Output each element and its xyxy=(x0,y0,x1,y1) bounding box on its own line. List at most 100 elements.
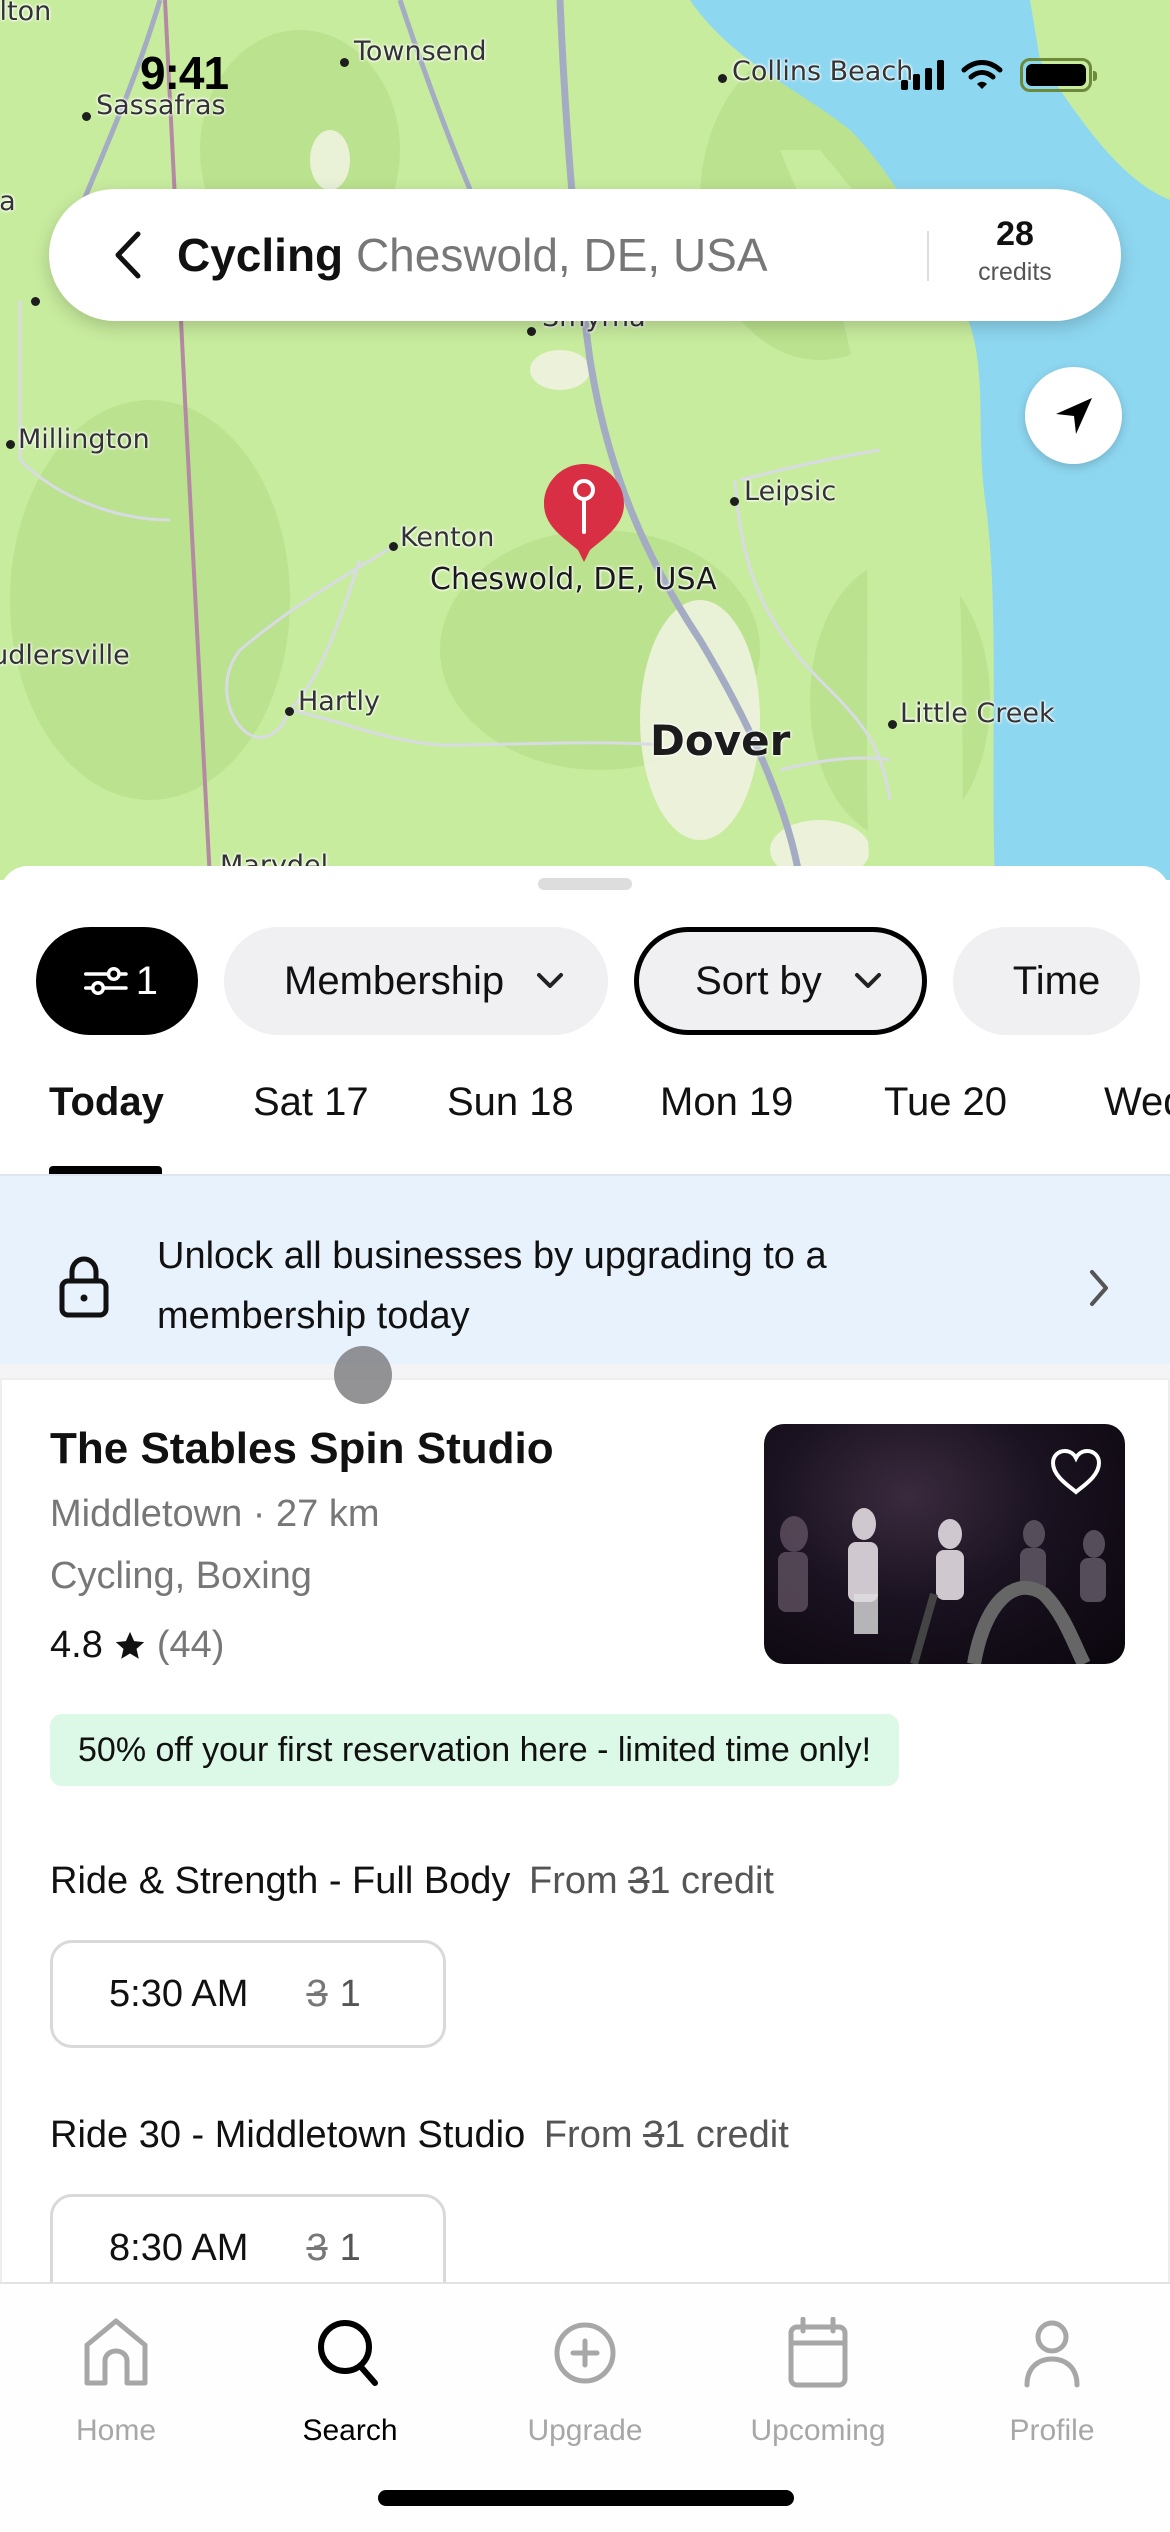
map-place-dot xyxy=(527,327,536,336)
sheet-grabber[interactable] xyxy=(538,878,632,890)
divider xyxy=(927,231,929,281)
map-place-dot xyxy=(31,297,40,306)
chevron-down-icon xyxy=(854,973,881,988)
filter-count: 1 xyxy=(135,958,158,1003)
class-price: From 31 credit xyxy=(544,2114,789,2156)
chevron-right-icon xyxy=(1090,1270,1108,1306)
map-place-label: na xyxy=(0,186,16,217)
review-count: (44) xyxy=(156,1624,225,1666)
old-credit-price: 3 xyxy=(628,1860,650,1902)
pin-location-label: Cheswold, DE, USA xyxy=(430,562,717,597)
home-indicator[interactable] xyxy=(378,2490,794,2506)
time-filter-chip[interactable]: Time xyxy=(952,927,1141,1035)
map-place-label: Leipsic xyxy=(744,476,837,507)
membership-filter-chip[interactable]: Membership xyxy=(224,927,609,1035)
search-location: Cheswold, DE, USA xyxy=(355,229,768,281)
location-arrow-icon xyxy=(1055,397,1092,434)
search-bar[interactable]: Cycling Cheswold, DE, USA 28 credits xyxy=(49,189,1121,321)
new-credit-price: 1 credit xyxy=(649,1860,774,1902)
map-place-label: Millington xyxy=(18,424,150,455)
cellular-signal-icon xyxy=(901,60,944,90)
date-tab[interactable]: Mon 19 xyxy=(660,1080,793,1125)
search-icon xyxy=(318,2320,378,2386)
map-place-dot xyxy=(718,74,727,83)
upgrade-banner[interactable]: Unlock all businesses by upgrading to a … xyxy=(0,1174,1170,1364)
from-label: From xyxy=(529,1860,618,1902)
home-icon xyxy=(84,2318,148,2386)
slot-time: 5:30 AM xyxy=(109,1972,249,2015)
chevron-down-icon xyxy=(537,973,564,988)
map-place-label: Little Creek xyxy=(900,698,1055,729)
date-tab[interactable]: Sun 18 xyxy=(447,1080,574,1125)
new-credit-price: 1 credit xyxy=(664,2114,789,2156)
slot-old-credits: 3 xyxy=(306,2226,328,2269)
credits-count: 28 xyxy=(996,215,1034,253)
studio-name: The Stables Spin Studio xyxy=(50,1424,554,1473)
search-query[interactable]: Cycling Cheswold, DE, USA xyxy=(177,228,768,282)
map-pin-icon xyxy=(544,464,624,562)
map-place-label: Hartly xyxy=(298,686,381,717)
meta-separator: · xyxy=(252,1493,266,1535)
tab-label: Profile xyxy=(1009,2414,1095,2447)
map-place-label: Townsend xyxy=(354,36,487,67)
date-tab-today[interactable]: Today xyxy=(49,1080,164,1125)
date-tabs: Today Sat 17 Sun 18 Mon 19 Tue 20 Wed 21 xyxy=(0,1060,1170,1172)
slot-new-credits: 1 xyxy=(339,1972,361,2015)
old-credit-price: 3 xyxy=(643,2114,665,2156)
plus-circle-icon xyxy=(554,2322,616,2384)
heart-icon[interactable] xyxy=(1049,1448,1103,1496)
chip-label: Membership xyxy=(284,958,505,1003)
filters-button[interactable]: 1 xyxy=(36,927,198,1035)
tab-upcoming[interactable]: Upcoming xyxy=(728,2308,908,2448)
class-name: Ride 30 - Middletown Studio xyxy=(50,2114,526,2156)
studio-photo[interactable] xyxy=(764,1424,1125,1664)
location-pin[interactable] xyxy=(540,460,628,569)
map-place-dot xyxy=(6,440,15,449)
lock-icon xyxy=(59,1256,109,1318)
map-place-dot xyxy=(285,707,294,716)
wifi-icon xyxy=(961,60,1003,89)
studio-card[interactable]: The Stables Spin Studio Middletown · 27 … xyxy=(0,1378,1170,2286)
class-title: Ride 30 - Middletown Studio From 31 cred… xyxy=(50,2114,789,2157)
class-title: Ride & Strength - Full Body From 31 cred… xyxy=(50,1860,774,1903)
map-city-label: Dover xyxy=(650,716,791,765)
studio-rating: 4.8 (44) xyxy=(50,1624,224,1667)
map-place-label: ilton xyxy=(0,0,52,27)
active-tab-indicator xyxy=(49,1166,162,1174)
map-place-dot xyxy=(389,542,398,551)
tab-home[interactable]: Home xyxy=(26,2308,206,2448)
sort-by-chip[interactable]: Sort by xyxy=(634,927,927,1035)
back-button[interactable] xyxy=(97,225,157,285)
date-tab[interactable]: Sat 17 xyxy=(253,1080,369,1125)
rating-value: 4.8 xyxy=(50,1624,103,1666)
filter-chips: 1 Membership Sort by Time xyxy=(36,927,1141,1035)
status-icons xyxy=(901,58,1097,92)
tab-label: Upcoming xyxy=(750,2414,886,2447)
current-location-button[interactable] xyxy=(1025,367,1122,464)
class-name: Ride & Strength - Full Body xyxy=(50,1860,511,1902)
touch-indicator xyxy=(334,1346,392,1404)
tab-search[interactable]: Search xyxy=(260,2308,440,2448)
time-slot-button[interactable]: 8:30 AM 3 1 xyxy=(50,2194,446,2286)
sliders-icon xyxy=(84,967,128,995)
studio-distance: 27 km xyxy=(276,1493,380,1535)
promo-badge: 50% off your first reservation here - li… xyxy=(50,1714,900,1786)
battery-icon xyxy=(1020,58,1097,92)
credits-balance[interactable]: 28 credits xyxy=(955,215,1075,287)
slot-old-credits: 3 xyxy=(306,1972,328,2015)
date-tab[interactable]: Tue 20 xyxy=(884,1080,1007,1125)
chip-label: Time xyxy=(1012,958,1101,1003)
chevron-left-icon xyxy=(115,231,141,279)
search-category: Cycling xyxy=(177,229,344,281)
time-slot-button[interactable]: 5:30 AM 3 1 xyxy=(50,1940,446,2048)
map-terrain xyxy=(10,0,1170,880)
map-view[interactable]: ilton Townsend Sassafras Collins Beach n… xyxy=(0,0,1170,880)
studio-location: Middletown · 27 km xyxy=(50,1493,379,1536)
tab-profile[interactable]: Profile xyxy=(962,2308,1142,2448)
map-place-dot xyxy=(888,720,897,729)
tab-label: Search xyxy=(302,2414,398,2447)
date-tab[interactable]: Wed 21 xyxy=(1104,1080,1170,1125)
map-place-label: Sudlersville xyxy=(0,640,130,671)
tab-upgrade[interactable]: Upgrade xyxy=(495,2308,675,2448)
results-sheet: 1 Membership Sort by Time Today Sat 17 S… xyxy=(0,866,1170,2286)
